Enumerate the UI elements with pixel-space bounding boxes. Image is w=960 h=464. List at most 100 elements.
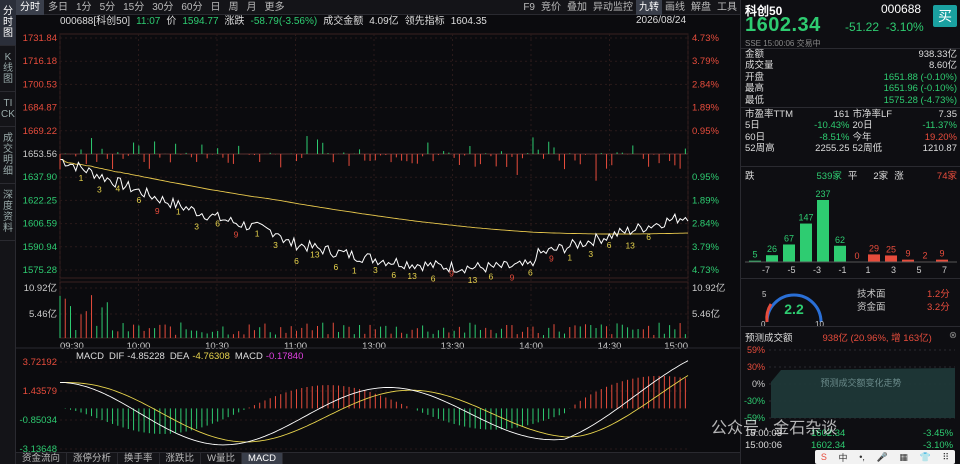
ratio-row: 5日 -10.43% 20日 -11.37% — [745, 120, 957, 131]
price-tick-left: 1606.59 — [23, 219, 57, 230]
macd-label: MACD DIF -4.85228 DEA -4.76308 MACD -0.17840 — [76, 351, 303, 362]
intraday-chart[interactable]: 1731.84 4.73% 1716.18 3.79% 1700.53 2.84% 1684… — [16, 14, 740, 464]
side-tab-3[interactable]: 成交明细 — [0, 127, 16, 184]
price-tick-right: 0.95% — [692, 172, 719, 183]
macd-tick: -0.85034 — [19, 415, 57, 426]
indicator-tab-3[interactable]: 涨跌比 — [160, 453, 202, 464]
stat-value: 1575.28 (-4.73%) — [883, 94, 957, 106]
dist-value: 9 — [905, 249, 910, 259]
tab-tool-7[interactable]: 工具 — [714, 0, 740, 15]
buy-button[interactable]: 买 — [933, 5, 957, 27]
nine-turn-label: 9 — [549, 253, 554, 263]
stat-label: 最高 — [745, 83, 765, 95]
ratio-cell: 52周低 — [852, 143, 883, 155]
price-tick-right: 2.84% — [692, 79, 719, 90]
dist-cat: 3 — [891, 265, 896, 275]
dist-bar — [783, 244, 795, 262]
tab-tool-3[interactable]: 异动监控 — [590, 0, 636, 15]
tab-tool-5[interactable]: 画线 — [662, 0, 688, 15]
tab-tool-1[interactable]: 竞价 — [538, 0, 564, 15]
ratio-cell: -11.37% — [922, 120, 957, 132]
nine-turn-label: 9 — [234, 229, 239, 239]
ratio-cell: -8.51% — [819, 131, 850, 143]
tab-period-10[interactable]: 更多 — [261, 0, 289, 15]
time-tick: 13:30 — [441, 341, 465, 352]
tab-period-5[interactable]: 30分 — [148, 0, 177, 15]
nine-turn-label: 3 — [273, 240, 278, 250]
ratio-cell: 7.35 — [938, 109, 958, 120]
stat-value: 8.60亿 — [929, 60, 957, 72]
indicator-tab-0[interactable]: 资金流向 — [16, 453, 68, 464]
tab-period-9[interactable]: 月 — [243, 0, 261, 15]
nine-turn-label: 13 — [625, 240, 635, 250]
time-tick: 13:00 — [362, 341, 386, 352]
forecast-tick: 30% — [747, 362, 765, 372]
indicator-tab-2[interactable]: 换手率 — [118, 453, 160, 464]
ratio-cell: 5日 — [745, 120, 760, 132]
side-tab-1[interactable]: K线图 — [0, 46, 16, 92]
dist-bar — [817, 200, 829, 262]
indicator-tab-5[interactable]: MACD — [242, 453, 284, 464]
tab-tool-2[interactable]: 叠加 — [564, 0, 590, 15]
nine-turn-label: 6 — [489, 271, 494, 281]
dist-cat: -1 — [838, 265, 846, 275]
price-tick-left: 1700.53 — [23, 79, 57, 90]
price-tick-right: 3.79% — [692, 56, 719, 67]
nine-turn-label: 1 — [352, 265, 357, 275]
nine-turn-label: 3 — [194, 222, 199, 232]
tab-period-2[interactable]: 1分 — [72, 0, 96, 15]
macd-title: MACD — [76, 351, 104, 362]
price-tick-left: 1684.87 — [23, 103, 57, 114]
nine-turn-label: 9 — [449, 268, 454, 278]
ime-toolbar[interactable]: S 中 •, 🎤 ▦ 👕 ⠿ — [815, 450, 955, 464]
vol-tick-left: 5.46亿 — [29, 308, 57, 320]
tab-period-0[interactable]: 分时 — [16, 0, 44, 15]
dist-cat: -7 — [762, 265, 770, 275]
tab-period-3[interactable]: 5分 — [96, 0, 120, 15]
indicator-tab-4[interactable]: W量比 — [201, 453, 243, 464]
side-tab-0[interactable]: 分时图 — [0, 0, 16, 46]
nine-turn-label: 6 — [391, 270, 396, 280]
ratio-row: 52周高 2255.25 52周低 1210.87 — [745, 143, 957, 154]
side-tab-2[interactable]: TICK — [0, 92, 16, 127]
forecast-placeholder: 预测成交额变化走势 — [820, 377, 901, 388]
quote-ratios: 市盈率TTM 161 市净率LF 7.35 5日 -10.43% 20日 -11.37% 60日… — [745, 109, 957, 155]
tech-label: 技术面 — [857, 289, 886, 300]
price-tick-right: 3.79% — [692, 242, 719, 253]
nine-turn-label: 3 — [588, 249, 593, 259]
side-tab-4[interactable]: 深度资料 — [0, 184, 16, 241]
forecast-time2: 15:00:06 — [745, 440, 782, 451]
tab-tool-4[interactable]: 九转 — [636, 0, 662, 15]
ratio-cell: 1210.87 — [922, 143, 957, 155]
dist-cat: -5 — [787, 265, 795, 275]
tab-period-6[interactable]: 60分 — [177, 0, 206, 15]
ratio-cell: -10.43% — [814, 120, 850, 132]
time-tick: 15:00 — [664, 341, 688, 352]
tab-period-1[interactable]: 多日 — [44, 0, 72, 15]
dist-value: 9 — [939, 249, 944, 259]
ratio-cell: 19.20% — [924, 131, 957, 143]
forecast-pct1: -3.45% — [923, 428, 954, 439]
price-tick-right: 4.73% — [692, 33, 719, 44]
dist-value: 25 — [886, 244, 896, 254]
nine-turn-label: 13 — [468, 275, 478, 285]
tab-tool-6[interactable]: 解盘 — [688, 0, 714, 15]
quote-stats: 金额 938.33亿 成交量 8.60亿 开盘 1651.88 (-0.10%) 最高 165… — [745, 49, 957, 106]
tab-period-7[interactable]: 日 — [207, 0, 225, 15]
tab-period-8[interactable]: 周 — [225, 0, 243, 15]
nine-turn-label: 6 — [646, 232, 651, 242]
nine-turn-label: 6 — [431, 274, 436, 284]
tab-period-4[interactable]: 15分 — [119, 0, 148, 15]
nine-turn-label: 3 — [97, 185, 102, 195]
macd-macd-label: MACD — [235, 351, 263, 362]
stat-row: 成交量 8.60亿 — [745, 60, 957, 71]
dist-cat: 1 — [865, 265, 870, 275]
tab-tool-0[interactable]: F9 — [520, 0, 538, 15]
fund-value: 3.2分 — [927, 302, 950, 313]
nine-turn-label: 9 — [510, 273, 515, 283]
indicator-tab-1[interactable]: 涨停分析 — [67, 453, 119, 464]
ratio-row: 60日 -8.51% 今年 19.20% — [745, 132, 957, 143]
macd-tick: 3.72192 — [23, 357, 57, 368]
nine-turn-label: 13 — [310, 250, 320, 260]
stat-label: 最低 — [745, 94, 765, 106]
